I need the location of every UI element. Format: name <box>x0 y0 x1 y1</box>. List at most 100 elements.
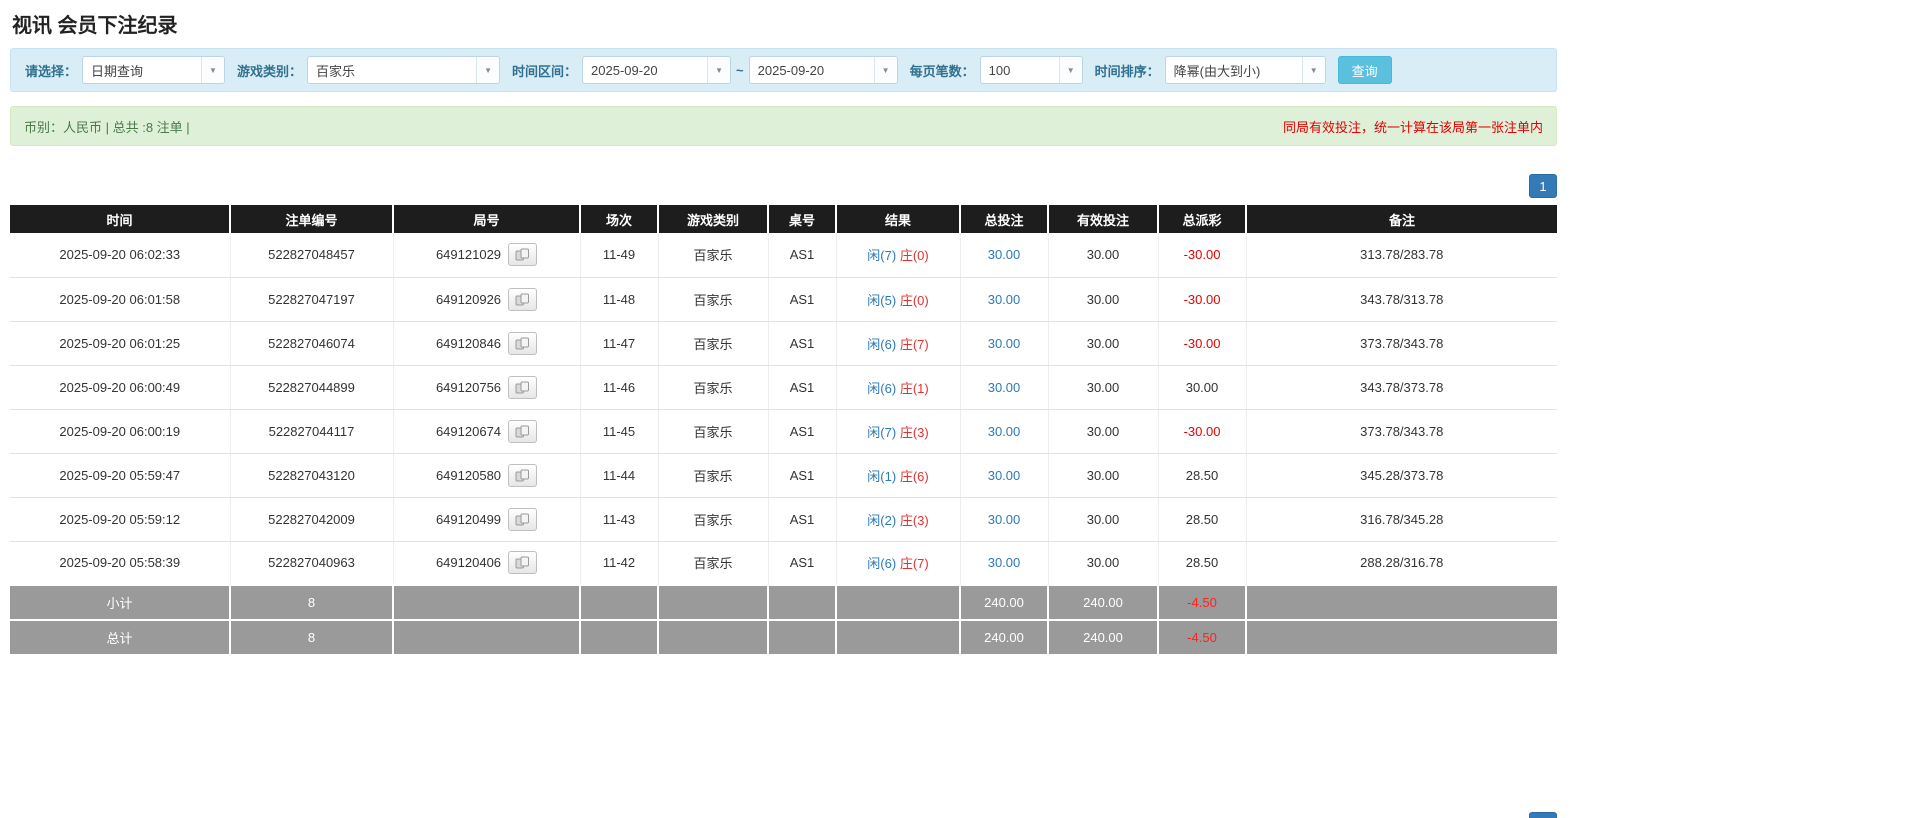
total-bet-link[interactable]: 30.00 <box>988 468 1021 483</box>
total-bet-link[interactable]: 30.00 <box>988 247 1021 262</box>
page-container: 视讯 会员下注纪录 请选择： ▼ 游戏类别： ▼ 时间区间： ▼ ~ ▼ 每页笔… <box>10 0 1557 818</box>
pagination-page-1-bottom[interactable]: 1 <box>1529 812 1557 818</box>
cell-table-no: AS1 <box>768 321 837 366</box>
cell-result: 闲(6) 庄(7) <box>836 541 961 586</box>
table-row: 2025-09-20 06:01:58 522827047197 649120926… <box>10 277 1557 322</box>
page-title: 视讯 会员下注纪录 <box>12 15 178 37</box>
col-valid-bet: 有效投注 <box>1047 205 1158 233</box>
date-from-select[interactable]: ▼ <box>582 56 732 84</box>
cell-valid-bet: 30.00 <box>1048 541 1159 586</box>
sort-label: 时间排序： <box>1094 63 1160 79</box>
cell-time: 2025-09-20 06:00:49 <box>10 365 231 410</box>
table-row: 2025-09-20 05:58:39 522827040963 649120406… <box>10 541 1557 586</box>
cell-payout: 30.00 <box>1158 365 1247 410</box>
cell-bet-no: 522827047197 <box>230 277 394 322</box>
cell-table-no: AS1 <box>768 365 837 410</box>
date-to-select[interactable]: ▼ <box>748 56 898 84</box>
cell-note: 313.78/283.78 <box>1246 233 1557 278</box>
round-no: 649120580 <box>435 467 502 483</box>
caret-down-icon[interactable]: ▼ <box>1058 57 1082 83</box>
cards-icon[interactable] <box>508 243 538 267</box>
cards-icon[interactable] <box>508 551 538 575</box>
result-player: 闲(7) <box>867 424 897 440</box>
game-type-select[interactable]: ▼ <box>307 56 501 84</box>
cell-valid-bet: 30.00 <box>1048 453 1159 498</box>
select-label: 请选择： <box>25 63 78 79</box>
page-size-select[interactable]: ▼ <box>979 56 1083 84</box>
cell-total-bet: 30.00 <box>960 497 1049 542</box>
caret-down-icon[interactable]: ▼ <box>873 57 897 83</box>
total-payout: -4.50 <box>1157 619 1246 654</box>
cell-note: 288.28/316.78 <box>1246 541 1557 586</box>
date-to-input[interactable] <box>749 57 874 83</box>
cards-icon[interactable] <box>508 419 538 443</box>
caret-down-icon[interactable]: ▼ <box>476 57 500 83</box>
cell-table-no: AS1 <box>768 233 837 278</box>
total-bet-link[interactable]: 30.00 <box>988 512 1021 527</box>
cell-table-no: AS1 <box>768 409 837 454</box>
date-range-tilde: ~ <box>736 62 744 78</box>
cell-payout: 28.50 <box>1158 541 1247 586</box>
cell-bet-no: 522827048457 <box>230 233 394 278</box>
result-banker: 庄(7) <box>899 336 929 352</box>
cards-icon[interactable] <box>508 507 538 531</box>
caret-down-icon[interactable]: ▼ <box>201 57 225 83</box>
cell-payout: -30.00 <box>1158 233 1247 278</box>
sort-select[interactable]: ▼ <box>1164 56 1326 84</box>
query-button[interactable]: 查询 <box>1337 56 1392 84</box>
col-round-no: 局号 <box>392 205 580 233</box>
cell-payout: 28.50 <box>1158 453 1247 498</box>
cell-session: 11-46 <box>580 365 659 410</box>
cell-valid-bet: 30.00 <box>1048 277 1159 322</box>
caret-down-icon[interactable]: ▼ <box>707 57 731 83</box>
cell-session: 11-43 <box>580 497 659 542</box>
caret-down-icon[interactable]: ▼ <box>1301 57 1325 83</box>
cards-icon[interactable] <box>508 287 538 311</box>
sort-input[interactable] <box>1165 57 1302 83</box>
total-valid-bet: 240.00 <box>1047 619 1158 654</box>
cell-result: 闲(7) 庄(0) <box>836 233 961 278</box>
date-range-label: 时间区间： <box>512 63 578 79</box>
cell-session: 11-49 <box>580 233 659 278</box>
col-result: 结果 <box>835 205 960 233</box>
cards-icon[interactable] <box>508 331 538 355</box>
cell-session: 11-47 <box>580 321 659 366</box>
col-game-type: 游戏类别 <box>657 205 768 233</box>
game-type-input[interactable] <box>308 57 477 83</box>
pagination-page-1[interactable]: 1 <box>1529 174 1557 198</box>
total-total-bet: 240.00 <box>959 619 1048 654</box>
total-bet-link[interactable]: 30.00 <box>988 292 1021 307</box>
cell-payout: -30.00 <box>1158 277 1247 322</box>
cell-round-no: 649120580 <box>393 453 581 498</box>
subtotal-row: 小计 8 240.00 240.00 -4.50 <box>10 584 1557 620</box>
cell-table-no: AS1 <box>768 277 837 322</box>
total-empty <box>579 619 658 654</box>
cell-table-no: AS1 <box>768 541 837 586</box>
cell-game-type: 百家乐 <box>658 321 769 366</box>
table-row: 2025-09-20 06:02:33 522827048457 649121029… <box>10 233 1557 278</box>
total-row: 总计 8 240.00 240.00 -4.50 <box>10 619 1557 654</box>
date-from-input[interactable] <box>583 57 708 83</box>
cell-game-type: 百家乐 <box>658 365 769 410</box>
query-type-input[interactable] <box>83 57 202 83</box>
subtotal-valid-bet: 240.00 <box>1047 584 1158 620</box>
cell-bet-no: 522827043120 <box>230 453 394 498</box>
query-type-select[interactable]: ▼ <box>82 56 226 84</box>
cell-session: 11-48 <box>580 277 659 322</box>
total-bet-link[interactable]: 30.00 <box>988 555 1021 570</box>
cards-icon[interactable] <box>508 463 538 487</box>
page-size-input[interactable] <box>980 57 1059 83</box>
total-bet-link[interactable]: 30.00 <box>988 336 1021 351</box>
cell-game-type: 百家乐 <box>658 497 769 542</box>
cell-time: 2025-09-20 06:01:25 <box>10 321 231 366</box>
cell-note: 373.78/343.78 <box>1246 409 1557 454</box>
cards-icon[interactable] <box>508 375 538 399</box>
total-bet-link[interactable]: 30.00 <box>988 424 1021 439</box>
cell-note: 373.78/343.78 <box>1246 321 1557 366</box>
pagination-bottom: 1 <box>10 812 1557 818</box>
pagination-top: 1 <box>10 174 1557 198</box>
subtotal-empty <box>1245 584 1557 620</box>
cell-payout: 28.50 <box>1158 497 1247 542</box>
summary-note: 同局有效投注，统一计算在该局第一张注单内 <box>1282 119 1543 135</box>
total-bet-link[interactable]: 30.00 <box>988 380 1021 395</box>
